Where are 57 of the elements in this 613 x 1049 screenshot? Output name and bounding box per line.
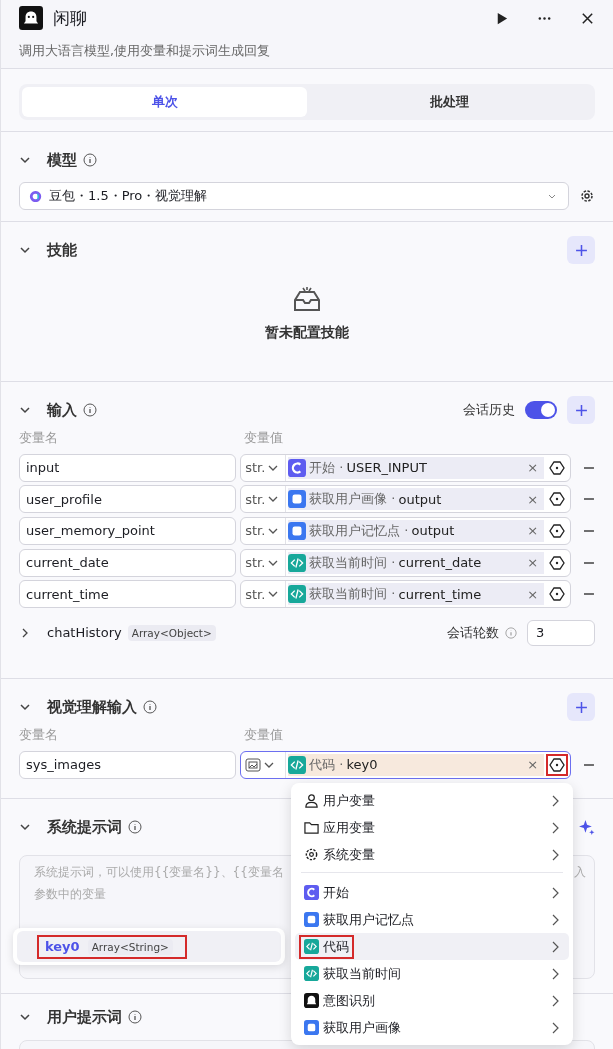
variable-reference[interactable]: 获取当前时间 · current_date ×: [288, 551, 545, 574]
menu-item[interactable]: 系统变量: [295, 841, 569, 868]
menu-item[interactable]: 获取用户画像: [295, 1014, 569, 1041]
menu-item[interactable]: 代码: [295, 933, 569, 960]
empty-state-text: 暂未配置技能: [265, 324, 349, 342]
rounds-field[interactable]: 3: [527, 619, 595, 646]
section-title: 系统提示词: [47, 817, 122, 837]
menu-item[interactable]: 应用变量: [295, 814, 569, 841]
type-tag: Array<Object>: [127, 624, 216, 641]
type-select[interactable]: str.: [241, 518, 287, 544]
menu-item[interactable]: 意图识别: [295, 987, 569, 1014]
clear-button[interactable]: ×: [527, 757, 539, 773]
type-select[interactable]: str.: [241, 549, 287, 576]
mode-tab[interactable]: 单次: [22, 87, 307, 117]
name-field[interactable]: current_date: [19, 548, 237, 577]
variable-reference[interactable]: 代码 · key0 ×: [288, 753, 545, 776]
clear-button[interactable]: ×: [527, 491, 539, 507]
menu-item[interactable]: 用户变量: [295, 787, 569, 814]
section-title: 用户提示词: [47, 1007, 122, 1027]
name-field[interactable]: sys_images: [19, 750, 237, 779]
section-title: 模型: [47, 150, 77, 170]
variable-reference[interactable]: 获取用户画像 · output ×: [288, 488, 545, 511]
section-title: 技能: [47, 240, 77, 260]
column-header: 变量名: [19, 430, 59, 447]
placeholder-text: 入: [574, 864, 586, 881]
mode-tab[interactable]: 批处理: [307, 87, 592, 117]
column-header: 变量值: [244, 430, 283, 447]
variable-name: chatHistory: [47, 625, 122, 641]
clear-button[interactable]: ×: [527, 586, 539, 602]
section-title: 视觉理解输入: [47, 697, 137, 717]
column-header: 变量值: [244, 727, 283, 744]
clear-button[interactable]: ×: [527, 555, 539, 571]
type-select[interactable]: str.: [241, 581, 287, 608]
clear-button[interactable]: ×: [527, 460, 539, 476]
name-field[interactable]: user_memory_point: [19, 517, 237, 545]
name-field[interactable]: input: [19, 453, 237, 482]
placeholder-text: 参数中的变量: [34, 887, 106, 901]
variable-reference[interactable]: 获取当前时间 · current_time ×: [288, 583, 545, 606]
clear-button[interactable]: ×: [527, 523, 539, 539]
placeholder-text: 系统提示词，可以使用{{变量名}}、{{变量名: [34, 864, 284, 881]
node-title: 闲聊: [53, 6, 87, 30]
section-title: 输入: [47, 400, 77, 420]
menu-item[interactable]: 获取当前时间: [295, 960, 569, 987]
node-description: 调用大语言模型,使用变量和提示词生成回复: [19, 43, 271, 60]
model-select[interactable]: 豆包・1.5・Pro・视觉理解: [19, 182, 569, 210]
history-label: 会话历史: [463, 401, 515, 419]
name-field[interactable]: user_profile: [19, 485, 237, 514]
column-header: 变量名: [19, 727, 59, 744]
variable-reference[interactable]: 开始 · USER_INPUT ×: [288, 456, 545, 479]
name-field[interactable]: current_time: [19, 580, 237, 609]
type-select[interactable]: str.: [241, 486, 287, 513]
variable-option[interactable]: key0 Array<String>: [17, 931, 281, 962]
menu-item[interactable]: 开始: [295, 879, 569, 906]
menu-item[interactable]: 获取用户记忆点: [295, 906, 569, 933]
rounds-label: 会话轮数: [447, 623, 499, 642]
type-select[interactable]: str.: [241, 454, 287, 481]
variable-reference[interactable]: 获取用户记忆点 · output ×: [288, 520, 545, 542]
